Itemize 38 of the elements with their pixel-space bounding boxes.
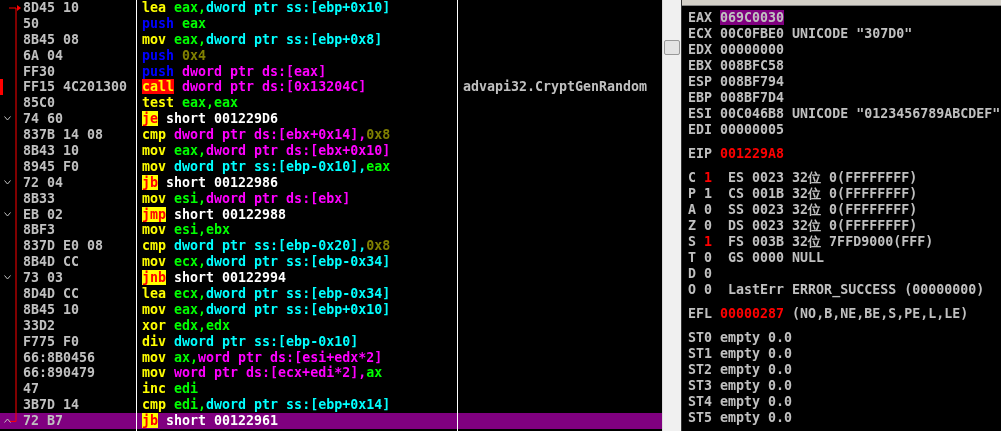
disassembly-row[interactable]: 8D4D CC lea ecx,dword ptr ss:[ebp-0x34] bbox=[0, 286, 662, 302]
fpu-register-line: ST2 empty 0.0 bbox=[688, 362, 794, 378]
scrollbar[interactable] bbox=[662, 0, 681, 431]
register-line: ESP 008BF794 bbox=[688, 74, 786, 90]
instruction: jb short 00122961 bbox=[137, 413, 458, 431]
fpu-register-line: ST1 empty 0.0 bbox=[688, 346, 794, 362]
flag-line: T 0 GS 0000 NULL bbox=[688, 250, 826, 266]
disassembly-row[interactable]: 8B45 10 mov eax,dword ptr ss:[ebp+0x10] bbox=[0, 301, 662, 318]
disassembly-row[interactable]: 72 B7 jb short 00122961 bbox=[0, 413, 662, 430]
flag-line: S 1 FS 003B 32位 7FFD9000(FFF) bbox=[688, 234, 935, 250]
disassembly-row[interactable]: F775 F0 div dword ptr ss:[ebp-0x10] bbox=[0, 333, 662, 350]
register-line: EBX 008BFC58 bbox=[688, 58, 786, 74]
disassembly-row[interactable]: EB 02 jmp short 00122988 bbox=[0, 206, 662, 223]
fpu-register-line: ST4 empty 0.0 bbox=[688, 394, 794, 410]
register-line: EBP 008BF7D4 bbox=[688, 90, 786, 106]
flag-line: Z 0 DS 0023 32位 0(FFFFFFFF) bbox=[688, 218, 919, 234]
register-line: EDI 00000005 bbox=[688, 122, 786, 138]
flag-line: D 0 bbox=[688, 266, 714, 282]
register-line: EDX 00000000 bbox=[688, 42, 786, 58]
scrollbar-thumb[interactable] bbox=[664, 40, 680, 55]
flag-line: C 1 ES 0023 32位 0(FFFFFFFF) bbox=[688, 170, 919, 186]
flag-line: P 1 CS 001B 32位 0(FFFFFFFF) bbox=[688, 186, 919, 202]
register-line: EFL 00000287 (NO,B,NE,BE,S,PE,L,LE) bbox=[688, 306, 970, 322]
fpu-register-line: ST3 empty 0.0 bbox=[688, 378, 794, 394]
disassembly-row[interactable]: 8D45 10 lea eax,dword ptr ss:[ebp+0x10] bbox=[0, 0, 662, 16]
register-line: ECX 00C0FBE0 UNICODE "307D0" bbox=[688, 26, 914, 42]
comment: advapi32.CryptGenRandom bbox=[462, 79, 649, 97]
register-line: EIP 001229A8 bbox=[688, 146, 786, 162]
fpu-register-line: ST5 empty 0.0 bbox=[688, 410, 794, 426]
disassembly-row[interactable]: 74 60 je short 001229D6 bbox=[0, 111, 662, 128]
fpu-register-line: ST0 empty 0.0 bbox=[688, 330, 794, 346]
register-line: ESI 00C046B8 UNICODE "0123456789ABCDEF" bbox=[688, 106, 1001, 122]
flag-line: O 0 LastErr ERROR_SUCCESS (00000000) bbox=[688, 282, 986, 298]
disassembly-row[interactable]: 33D2 xor edx,edx bbox=[0, 317, 662, 334]
register-line: EAX 069C0030 bbox=[688, 10, 786, 26]
flag-line: A 0 SS 0023 32位 0(FFFFFFFF) bbox=[688, 202, 919, 218]
opcode-bytes: 72 B7 bbox=[20, 413, 137, 431]
disassembly-row[interactable]: 73 03 jnb short 00122994 bbox=[0, 270, 662, 287]
